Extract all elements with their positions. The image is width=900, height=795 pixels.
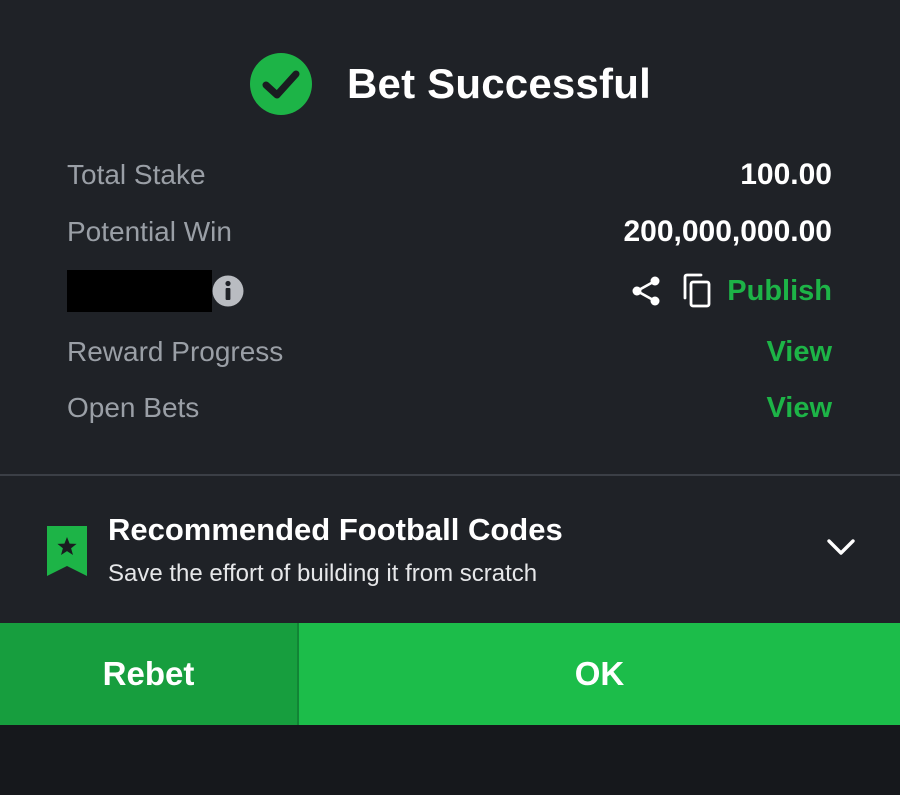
potential-win-value: 200,000,000.00	[623, 215, 832, 248]
bottom-background	[0, 725, 900, 795]
recommended-subtitle: Save the effort of building it from scra…	[108, 560, 538, 587]
copy-icon[interactable]	[681, 273, 713, 309]
chevron-down-icon[interactable]	[826, 536, 856, 558]
potential-win-label: Potential Win	[67, 216, 232, 247]
total-stake-row: Total Stake 100.00	[67, 155, 832, 195]
total-stake-value: 100.00	[740, 158, 832, 191]
recommended-codes-section[interactable]: Recommended Football Codes Save the effo…	[0, 476, 900, 623]
recommended-title: Recommended Football Codes	[108, 512, 563, 547]
share-actions: Publish	[629, 273, 832, 309]
rebet-button[interactable]: Rebet	[0, 623, 299, 725]
bet-success-panel: Bet Successful Total Stake 100.00 Potent…	[0, 0, 900, 725]
bookmark-star-icon	[47, 526, 87, 576]
booking-code-row: Publish	[67, 268, 832, 314]
reward-progress-row: Reward Progress View	[67, 332, 832, 372]
publish-link[interactable]: Publish	[727, 275, 832, 308]
cutoff-text-top	[70, 0, 390, 6]
open-bets-view-link[interactable]: View	[766, 392, 832, 425]
total-stake-label: Total Stake	[67, 159, 206, 190]
bet-success-header: Bet Successful	[0, 48, 900, 120]
open-bets-row: Open Bets View	[67, 388, 832, 428]
check-circle-icon	[250, 53, 313, 115]
booking-code-redacted	[67, 270, 212, 312]
reward-progress-view-link[interactable]: View	[766, 336, 832, 369]
action-buttons: Rebet OK	[0, 623, 900, 725]
potential-win-row: Potential Win 200,000,000.00	[67, 212, 832, 252]
share-icon[interactable]	[629, 274, 663, 308]
page-title: Bet Successful	[347, 60, 651, 107]
ok-button[interactable]: OK	[299, 623, 900, 725]
booking-code-group	[67, 270, 244, 312]
reward-progress-label: Reward Progress	[67, 336, 284, 367]
info-icon[interactable]	[212, 275, 244, 307]
open-bets-label: Open Bets	[67, 392, 200, 423]
